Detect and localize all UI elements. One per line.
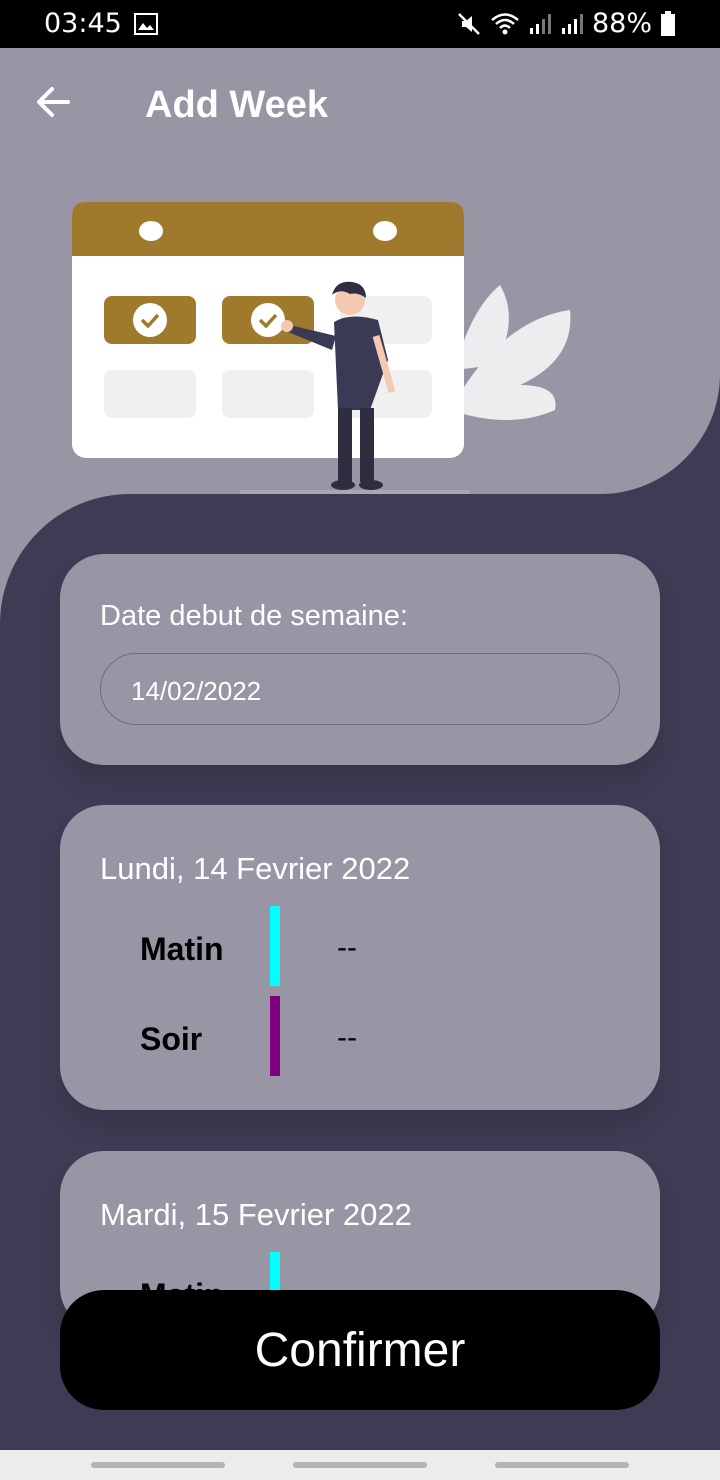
wifi-icon (491, 12, 519, 34)
slot-value-evening[interactable]: -- (337, 1021, 357, 1055)
week-start-date-value: 14/02/2022 (131, 676, 262, 706)
calendar-illustration (72, 202, 571, 494)
signal-icon-1 (529, 13, 551, 34)
day-title: Lundi, 14 Fevrier 2022 (100, 851, 411, 886)
mute-icon (458, 12, 480, 35)
back-button[interactable] (28, 78, 76, 126)
nav-recent-button[interactable] (91, 1462, 225, 1468)
app-bar: Add Week (0, 48, 720, 161)
week-start-label: Date debut de semaine: (100, 600, 408, 632)
arrow-left-icon (37, 87, 70, 117)
battery-percent: 88% (591, 8, 652, 39)
nav-back-button[interactable] (495, 1462, 629, 1468)
day-title: Mardi, 15 Fevrier 2022 (100, 1197, 412, 1232)
slot-value-morning[interactable]: -- (337, 931, 357, 965)
battery-icon (661, 10, 675, 36)
slot-color-bar-morning (270, 906, 280, 986)
gallery-notification-icon (134, 13, 158, 35)
page-title: Add Week (145, 84, 329, 126)
slot-name-morning: Matin (140, 931, 224, 967)
system-nav-bar (0, 1450, 720, 1480)
slot-name-evening: Soir (140, 1021, 203, 1057)
nav-home-button[interactable] (293, 1462, 427, 1468)
week-start-card: Date debut de semaine: 14/02/2022 (60, 554, 660, 765)
status-bar: 03:45 88% (0, 0, 720, 48)
status-time: 03:45 (44, 8, 122, 39)
slot-color-bar-evening (270, 996, 280, 1076)
signal-icon-2 (561, 13, 583, 34)
confirm-button[interactable]: Confirmer (60, 1290, 660, 1410)
status-indicators: 88% (456, 8, 676, 39)
week-start-date-input[interactable]: 14/02/2022 (100, 653, 620, 725)
day-card: Lundi, 14 Fevrier 2022 Matin -- Soir -- (60, 805, 660, 1110)
